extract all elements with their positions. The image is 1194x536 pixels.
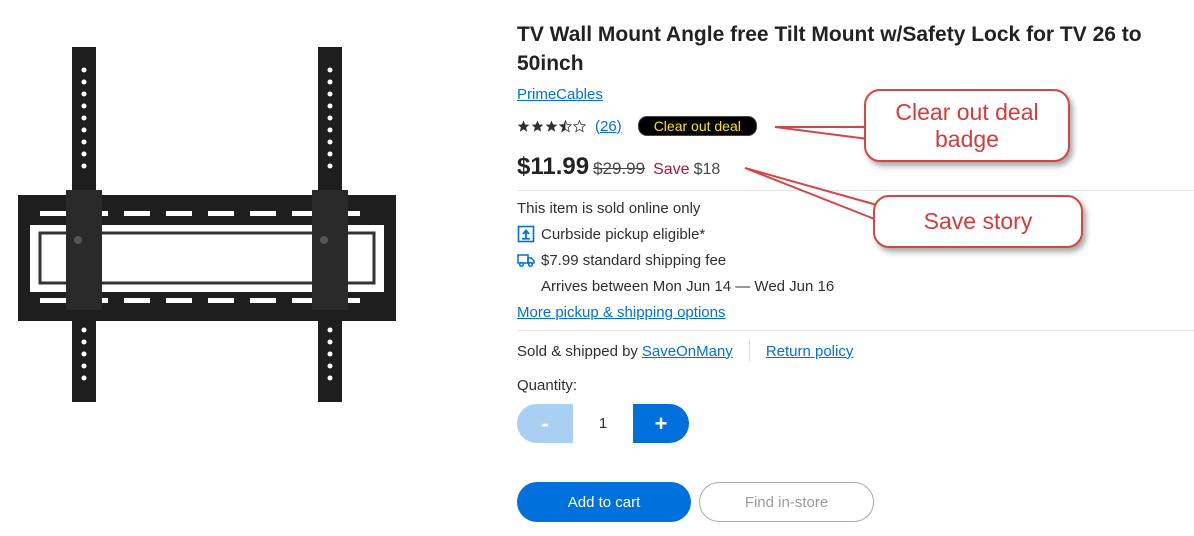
tv-mount-illustration xyxy=(18,47,396,402)
product-title: TV Wall Mount Angle free Tilt Mount w/Sa… xyxy=(517,23,1142,75)
curbside-icon xyxy=(517,225,535,243)
decrease-quantity-button[interactable]: - xyxy=(517,404,573,443)
quantity-value: 1 xyxy=(598,415,608,432)
seller-label: Sold & shipped by xyxy=(517,342,638,360)
star-icon xyxy=(545,120,558,132)
star-icon xyxy=(517,120,530,132)
quantity-label: Quantity: xyxy=(517,377,578,394)
save-label: Save xyxy=(653,161,690,178)
truck-icon xyxy=(517,254,535,268)
save-story-callout: Save story xyxy=(873,195,1083,248)
rating-row: (26) Clear out deal xyxy=(517,116,757,136)
more-pickup-options-link[interactable]: More pickup & shipping options xyxy=(517,304,725,321)
divider xyxy=(517,330,1194,331)
brand-link[interactable]: PrimeCables xyxy=(517,86,603,103)
clear-out-deal-badge: Clear out deal xyxy=(637,116,757,136)
quantity-stepper: - 1 + xyxy=(517,404,689,443)
product-details: TV Wall Mount Angle free Tilt Mount w/Sa… xyxy=(517,0,1194,536)
shipping-fee-text: $7.99 standard shipping fee xyxy=(541,251,727,269)
star-icon xyxy=(573,119,586,133)
shipping-row: $7.99 standard shipping fee xyxy=(517,251,726,269)
review-count-link[interactable]: (26) xyxy=(595,118,622,135)
curbside-row: Curbside pickup eligible* xyxy=(517,225,705,243)
save-amount: $18 xyxy=(693,161,721,178)
online-only-text: This item is sold online only xyxy=(517,200,701,217)
divider xyxy=(517,190,1194,191)
price-row: $11.99 $29.99 Save $18 xyxy=(517,153,720,181)
arrival-text: Arrives between Mon Jun 14 — Wed Jun 16 xyxy=(541,278,835,295)
seller-row: Sold & shipped by SaveOnMany Return poli… xyxy=(517,341,853,361)
star-icon xyxy=(559,119,572,133)
star-rating xyxy=(517,119,586,133)
add-to-cart-button[interactable]: Add to cart xyxy=(517,482,691,522)
seller-link[interactable]: SaveOnMany xyxy=(642,343,733,360)
return-policy-link[interactable]: Return policy xyxy=(766,343,854,360)
was-price: $29.99 xyxy=(593,159,646,178)
divider xyxy=(748,341,750,361)
curbside-text: Curbside pickup eligible* xyxy=(541,225,706,243)
current-price: $11.99 xyxy=(517,153,590,180)
badge-callout: Clear out deal badge xyxy=(864,89,1070,162)
star-icon xyxy=(531,120,544,132)
product-image xyxy=(0,30,420,420)
increase-quantity-button[interactable]: + xyxy=(633,404,689,443)
find-in-store-button[interactable]: Find in-store xyxy=(699,482,874,522)
